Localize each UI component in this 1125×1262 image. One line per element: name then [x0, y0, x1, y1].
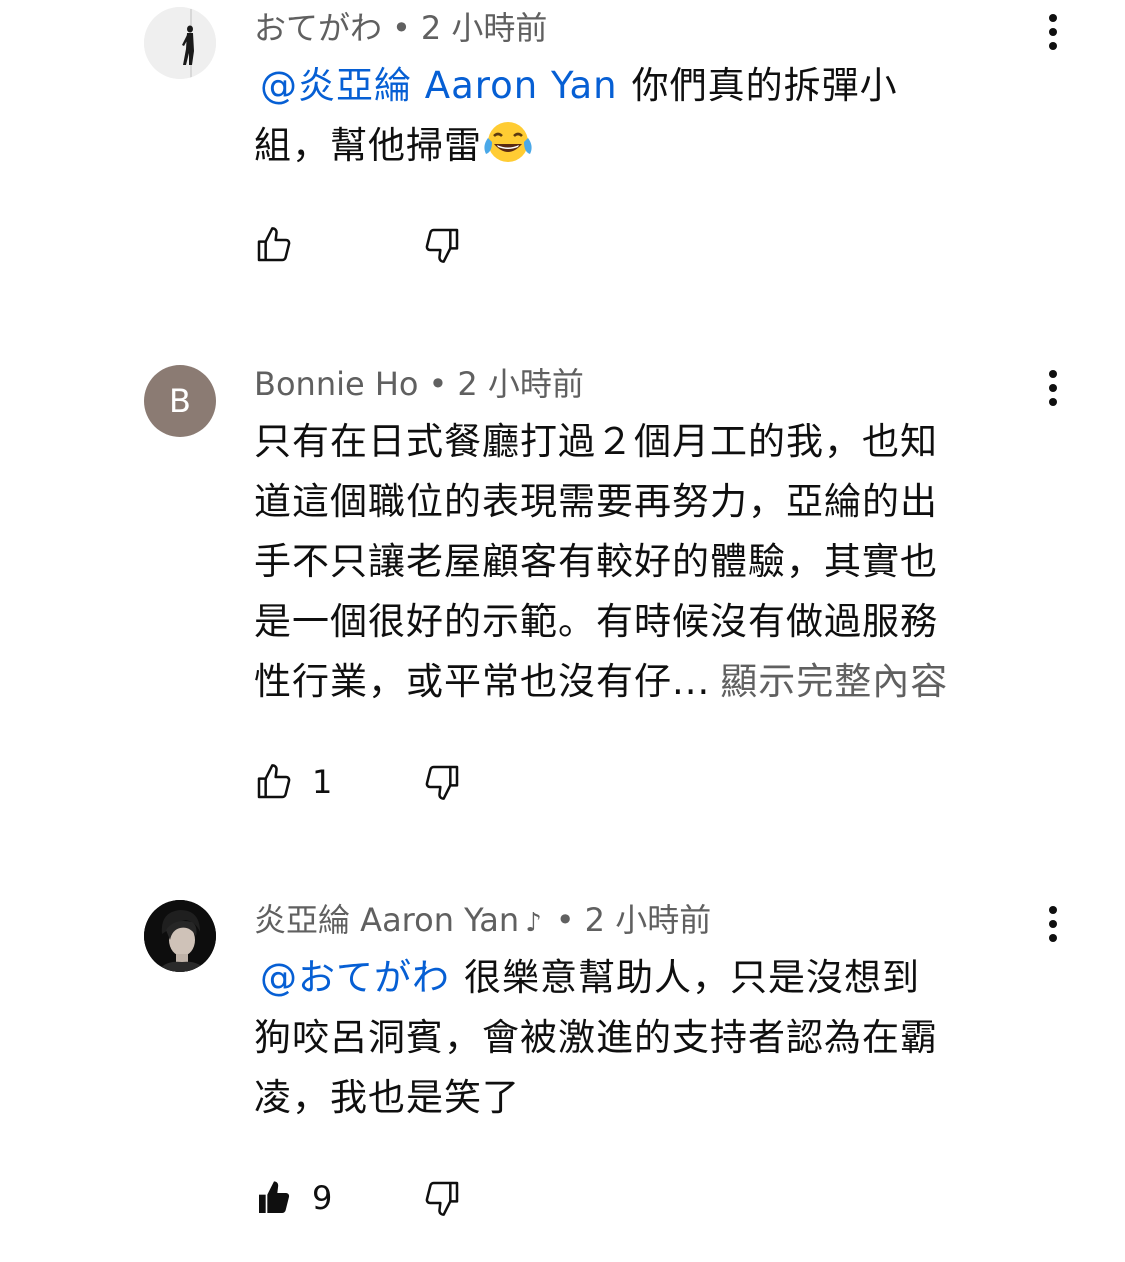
avatar-image [144, 900, 216, 972]
like-count: 1 [312, 763, 333, 801]
thumb-down-outline-icon [425, 228, 459, 263]
more-vert-icon [1049, 14, 1057, 22]
mention-link[interactable]: @おてがわ [260, 956, 450, 999]
comment-text-line: 很樂意幫助人，只是沒想到 [464, 956, 920, 999]
show-more-link[interactable]: 顯示完整內容 [720, 660, 948, 703]
dislike-button[interactable] [422, 221, 462, 269]
more-vert-icon [1049, 906, 1057, 914]
more-options-button[interactable] [1040, 366, 1066, 410]
comment-text-line: 性行業，或平常也沒有仔... [254, 660, 711, 703]
comment-text: 只有在日式餐廳打過２個月工的我，也知 道這個職位的表現需要再努力，亞綸的出 手不… [254, 412, 1054, 712]
thumb-up-outline-icon [257, 764, 291, 799]
comment-text-line: 凌，我也是笑了 [254, 1076, 520, 1119]
comment-meta: おてがわ • 2 小時前 [254, 6, 547, 50]
more-vert-icon [1049, 370, 1057, 378]
comment-text-line: 是一個很好的示範。有時候沒有做過服務 [254, 600, 938, 643]
author-avatar[interactable] [144, 900, 216, 972]
comment-text-line: 組，幫他掃雷 [254, 124, 482, 167]
author-name[interactable]: Bonnie Ho [254, 365, 418, 403]
meta-separator: • [555, 901, 575, 939]
like-count: 9 [312, 1179, 333, 1217]
like-button[interactable]: 1 [254, 758, 332, 806]
face-with-tears-of-joy-icon [484, 122, 532, 162]
comment-text: @おてがわ 很樂意幫助人，只是沒想到 狗咬呂洞賓，會被激進的支持者認為在霸 凌，我… [254, 948, 1054, 1128]
thumb-down-outline-icon [425, 1181, 459, 1216]
comment-text-line: 你們真的拆彈小 [631, 64, 898, 107]
like-button[interactable] [254, 221, 294, 269]
comment-time[interactable]: 2 小時前 [421, 9, 548, 47]
comment-time[interactable]: 2 小時前 [457, 365, 584, 403]
comment-text-line: 道這個職位的表現需要再努力，亞綸的出 [254, 480, 938, 523]
author-name[interactable]: おてがわ [254, 9, 382, 47]
dislike-button[interactable] [422, 758, 462, 806]
dislike-button[interactable] [422, 1174, 462, 1222]
thumb-up-outline-icon [257, 227, 291, 262]
music-note-icon: ♪ [525, 908, 542, 938]
more-options-button[interactable] [1040, 902, 1066, 946]
comment-text-line: 手不只讓老屋顧客有較好的體驗，其實也 [254, 540, 938, 583]
more-options-button[interactable] [1040, 10, 1066, 54]
comment-text-line: 狗咬呂洞賓，會被激進的支持者認為在霸 [254, 1016, 938, 1059]
comment-text-line: 只有在日式餐廳打過２個月工的我，也知 [254, 420, 938, 463]
author-avatar[interactable]: B [144, 365, 216, 437]
comment-meta: Bonnie Ho • 2 小時前 [254, 362, 584, 406]
avatar-image [144, 7, 216, 79]
comment-time[interactable]: 2 小時前 [585, 901, 712, 939]
meta-separator: • [392, 9, 411, 47]
avatar-letter: B [169, 382, 191, 420]
meta-separator: • [428, 365, 448, 403]
like-button[interactable]: 9 [254, 1174, 332, 1222]
comment-text: @炎亞綸 Aaron Yan 你們真的拆彈小 組，幫他掃雷 [254, 56, 1044, 176]
mention-link[interactable]: @炎亞綸 Aaron Yan [260, 64, 618, 107]
comment-meta: 炎亞綸 Aaron Yan ♪ • 2 小時前 [254, 898, 711, 942]
author-avatar[interactable] [144, 7, 216, 79]
thumb-down-outline-icon [425, 765, 459, 800]
thumb-up-filled-icon [259, 1181, 290, 1213]
author-name[interactable]: 炎亞綸 Aaron Yan [254, 901, 519, 939]
